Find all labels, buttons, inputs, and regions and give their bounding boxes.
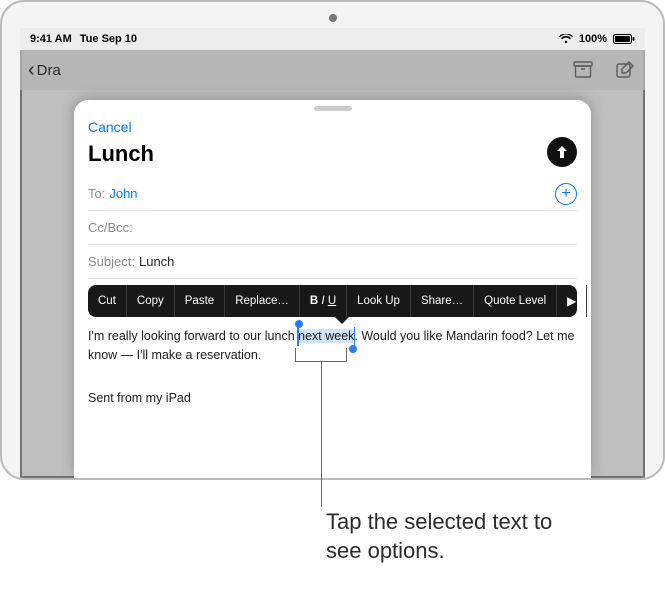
compose-sheet: Cancel Lunch To: John + Cc/Bcc: Subject:…	[74, 100, 591, 478]
callout-leader-line	[321, 362, 322, 507]
callout-text: Tap the selected text to see options.	[326, 508, 552, 565]
ccbcc-field[interactable]: Cc/Bcc:	[88, 211, 577, 245]
selection-start-handle[interactable]	[295, 320, 303, 328]
add-contact-button[interactable]: +	[555, 183, 577, 205]
selection-end-handle[interactable]	[349, 345, 357, 353]
email-signature[interactable]: Sent from my iPad	[88, 391, 577, 405]
subject-value[interactable]: Lunch	[139, 254, 174, 269]
status-time: 9:41 AM	[30, 33, 72, 45]
to-label: To:	[88, 186, 105, 201]
text-edit-menu: Cut Copy Paste Replace… B I U Look Up Sh…	[88, 285, 577, 317]
selected-text: next week	[298, 329, 354, 343]
send-button[interactable]	[547, 137, 577, 167]
camera-dot	[329, 14, 337, 22]
wifi-icon	[559, 34, 573, 44]
menu-more-icon[interactable]: ▶	[557, 285, 587, 317]
subject-label: Subject:	[88, 254, 135, 269]
menu-cut[interactable]: Cut	[88, 285, 127, 317]
selection-start-bar[interactable]	[297, 327, 299, 346]
screen: 9:41 AM Tue Sep 10 100% ‹ Dra	[20, 28, 645, 478]
battery-icon	[613, 34, 635, 44]
ipad-frame: 9:41 AM Tue Sep 10 100% ‹ Dra	[0, 0, 665, 480]
ccbcc-label: Cc/Bcc:	[88, 220, 133, 235]
status-date: Tue Sep 10	[80, 33, 137, 45]
compose-title: Lunch	[88, 141, 577, 167]
compose-header: Cancel	[88, 115, 577, 135]
sheet-grabber[interactable]	[314, 106, 352, 111]
menu-copy[interactable]: Copy	[127, 285, 175, 317]
battery-percent: 100%	[579, 33, 607, 45]
menu-quote-level[interactable]: Quote Level	[474, 285, 557, 317]
to-value[interactable]: John	[109, 186, 137, 201]
menu-paste[interactable]: Paste	[175, 285, 225, 317]
body-before-selection: I'm really looking forward to our lunch	[88, 329, 298, 343]
status-bar: 9:41 AM Tue Sep 10 100%	[20, 28, 645, 50]
cancel-button[interactable]: Cancel	[88, 119, 132, 135]
menu-pointer	[335, 317, 349, 324]
subject-field[interactable]: Subject: Lunch	[88, 245, 577, 279]
menu-replace[interactable]: Replace…	[225, 285, 300, 317]
menu-biu[interactable]: B I U	[300, 285, 347, 317]
callout-bracket	[295, 348, 347, 362]
menu-lookup[interactable]: Look Up	[347, 285, 411, 317]
to-field[interactable]: To: John +	[88, 177, 577, 211]
menu-share[interactable]: Share…	[411, 285, 474, 317]
plus-icon: +	[561, 186, 570, 202]
text-selection[interactable]: next week	[298, 327, 354, 346]
selection-end-bar[interactable]	[354, 327, 356, 346]
